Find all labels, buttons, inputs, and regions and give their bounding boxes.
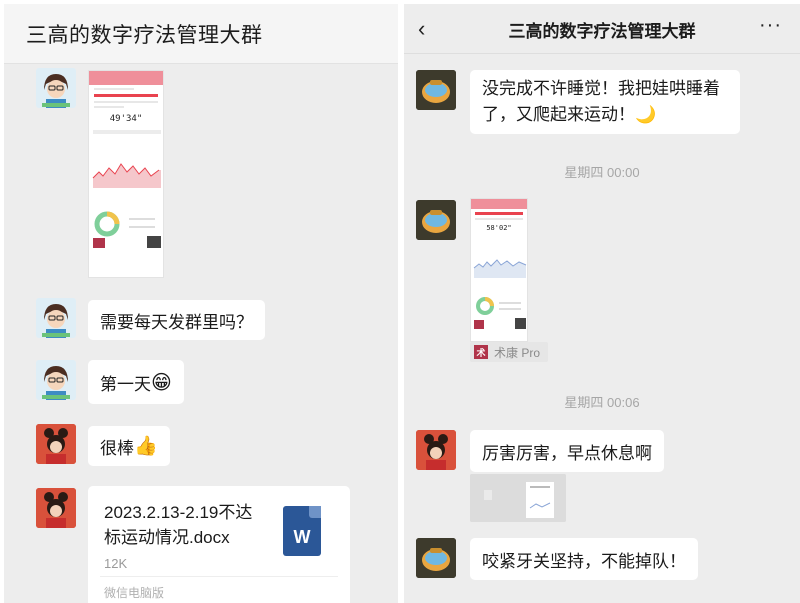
app-source-tag[interactable]: 术 术康 Pro — [470, 342, 548, 362]
screenshot-donut-chart — [93, 211, 161, 248]
shared-screenshot-image[interactable]: 49'34" — [88, 70, 164, 278]
file-message-card[interactable]: 2023.2.13-2.19不达标运动情况.docx W 12K 微信电脑版 — [88, 486, 350, 603]
avatar[interactable] — [416, 430, 456, 470]
chat-title: 三高的数字疗法管理大群 — [26, 23, 263, 47]
message-bubble[interactable]: 第一天 😁 — [88, 360, 184, 404]
file-name: 2023.2.13-2.19不达标运动情况.docx — [104, 503, 253, 547]
avatar[interactable] — [36, 68, 76, 108]
message-text: 第一天 — [100, 374, 151, 394]
file-card-divider — [100, 576, 338, 577]
thumbs-up-emoji-icon: 👍 — [134, 436, 158, 457]
screenshot-header-bar — [471, 199, 527, 209]
avatar[interactable] — [416, 538, 456, 578]
quoted-image-card[interactable] — [470, 474, 566, 522]
sukang-logo-icon: 术 — [474, 345, 488, 359]
right-chat-header: ‹ 三高的数字疗法管理大群 ··· — [404, 4, 800, 54]
message-bubble[interactable]: 厉害厉害，早点休息啊 — [470, 430, 664, 472]
left-chat-window: 三高的数字疗法管理大群 49'34" 需要每天发群里吗？ 第一天 😁 很棒 👍 … — [4, 4, 398, 603]
screenshot-donut-chart — [474, 297, 526, 329]
message-text: 需要每天发群里吗？ — [100, 312, 253, 332]
left-chat-header: 三高的数字疗法管理大群 — [4, 4, 398, 64]
timestamp: 星期四 00:00 — [564, 165, 640, 180]
chat-title: 三高的数字疗法管理大群 — [508, 22, 696, 41]
app-source-label: 术康 Pro — [494, 345, 541, 360]
word-document-icon: W — [283, 506, 321, 556]
more-options-icon[interactable]: ··· — [759, 14, 782, 37]
screenshot-total-time: 49'34" — [109, 114, 143, 124]
avatar[interactable] — [416, 70, 456, 110]
message-text: 很棒 — [100, 438, 134, 458]
right-chat-window: ‹ 三高的数字疗法管理大群 ··· 没完成不许睡觉！我把娃哄睡着了，又爬起来运动… — [404, 4, 800, 603]
avatar[interactable] — [36, 298, 76, 338]
avatar[interactable] — [36, 360, 76, 400]
shared-screenshot-image[interactable]: 58'02" — [470, 198, 528, 342]
message-bubble[interactable]: 咬紧牙关坚持，不能掉队！ — [470, 538, 698, 580]
message-text: 厉害厉害，早点休息啊 — [482, 443, 652, 463]
message-text: 咬紧牙关坚持，不能掉队！ — [482, 551, 686, 571]
screenshot-total-time: 58'02" — [486, 224, 512, 232]
screen-composite: 三高的数字疗法管理大群 49'34" 需要每天发群里吗？ 第一天 😁 很棒 👍 … — [0, 0, 800, 603]
grin-emoji-icon: 😁 — [151, 371, 172, 394]
file-source: 微信电脑版 — [104, 586, 165, 600]
screenshot-header-bar — [89, 71, 163, 85]
avatar[interactable] — [36, 424, 76, 464]
avatar[interactable] — [36, 488, 76, 528]
message-bubble[interactable]: 需要每天发群里吗？ — [88, 300, 265, 340]
screenshot-heart-rate-graph — [473, 259, 527, 278]
file-size: 12K — [104, 556, 128, 571]
quoted-image-thumbnail — [470, 474, 566, 522]
screenshot-heart-rate-graph — [92, 130, 161, 188]
message-bubble[interactable]: 没完成不许睡觉！我把娃哄睡着了，又爬起来运动！🌙 — [470, 70, 740, 134]
avatar[interactable] — [416, 200, 456, 240]
message-bubble[interactable]: 很棒 👍 — [88, 426, 170, 466]
timestamp: 星期四 00:06 — [564, 395, 640, 410]
message-text: 没完成不许睡觉！我把娃哄睡着了，又爬起来运动！🌙 — [482, 79, 720, 124]
